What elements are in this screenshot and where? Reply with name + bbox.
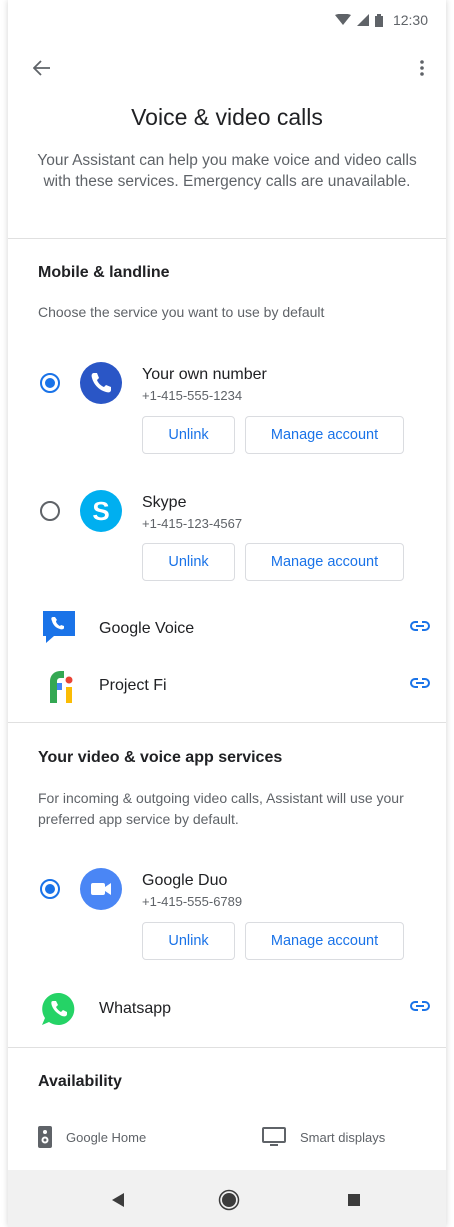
square-recents-icon (348, 1194, 360, 1206)
battery-icon (374, 13, 383, 27)
unlink-button[interactable]: Unlink (142, 416, 235, 454)
service-number: +1-415-555-1234 (142, 388, 243, 403)
phone-screen: 12:30 Voice & video calls Your Assistant… (8, 0, 446, 1227)
status-time: 12:30 (392, 12, 428, 28)
link-icon[interactable] (408, 614, 432, 638)
triangle-back-icon (112, 1193, 124, 1207)
section-title-video: Your video & voice app services (38, 749, 283, 766)
service-name: Your own number (142, 366, 267, 383)
manage-account-button[interactable]: Manage account (245, 543, 404, 581)
nav-recents-button[interactable] (342, 1188, 366, 1212)
radio-skype[interactable] (40, 501, 60, 521)
link-icon[interactable] (408, 994, 432, 1018)
section-title-availability: Availability (38, 1073, 122, 1090)
status-icons: 12:30 (334, 12, 428, 28)
manage-account-button[interactable]: Manage account (245, 922, 404, 960)
signal-icon (356, 14, 369, 26)
google-voice-icon (43, 611, 75, 643)
nav-back-button[interactable] (106, 1188, 130, 1212)
service-number: +1-415-555-6789 (142, 894, 243, 909)
back-button[interactable] (28, 54, 56, 82)
speaker-icon (38, 1126, 52, 1148)
app-name: Whatsapp (99, 1000, 172, 1017)
availability-google-home: Google Home (38, 1126, 146, 1148)
circle-home-icon (218, 1189, 240, 1211)
radio-your-own-number[interactable] (40, 373, 60, 393)
section-subtitle-mobile: Choose the service you want to use by de… (38, 304, 325, 320)
manage-account-button[interactable]: Manage account (245, 416, 404, 454)
top-app-bar (8, 46, 446, 90)
whatsapp-icon (42, 992, 75, 1025)
service-name: Skype (142, 494, 187, 511)
system-navigation-bar (8, 1170, 446, 1227)
section-title-mobile: Mobile & landline (38, 264, 170, 281)
unlink-button[interactable]: Unlink (142, 922, 235, 960)
nav-home-button[interactable] (217, 1188, 241, 1212)
divider (8, 238, 446, 239)
wifi-icon (334, 14, 351, 25)
availability-label: Smart displays (300, 1129, 386, 1145)
page-title: Voice & video calls (131, 104, 323, 130)
app-name: Project Fi (99, 677, 167, 694)
more-vert-icon (420, 60, 424, 76)
app-name: Google Voice (99, 620, 195, 637)
radio-google-duo[interactable] (40, 879, 60, 899)
arrow-back-icon (33, 60, 50, 76)
display-icon (262, 1127, 286, 1146)
phone-icon (80, 362, 122, 404)
page-description: Your Assistant can help you make voice a… (37, 152, 417, 190)
skype-icon: S (80, 490, 122, 532)
link-icon[interactable] (408, 671, 432, 695)
availability-smart-displays: Smart displays (262, 1127, 385, 1147)
availability-label: Google Home (66, 1129, 147, 1145)
unlink-button[interactable]: Unlink (142, 543, 235, 581)
service-name: Google Duo (142, 872, 228, 889)
status-bar: 12:30 (8, 0, 446, 40)
divider (8, 722, 446, 723)
section-subtitle-video: For incoming & outgoing video calls, Ass… (38, 790, 404, 827)
divider (8, 1047, 446, 1048)
project-fi-icon (50, 671, 73, 703)
svg-text:S: S (92, 496, 109, 526)
google-duo-icon (80, 868, 122, 910)
more-options-button[interactable] (408, 54, 436, 82)
service-number: +1-415-123-4567 (142, 516, 243, 531)
